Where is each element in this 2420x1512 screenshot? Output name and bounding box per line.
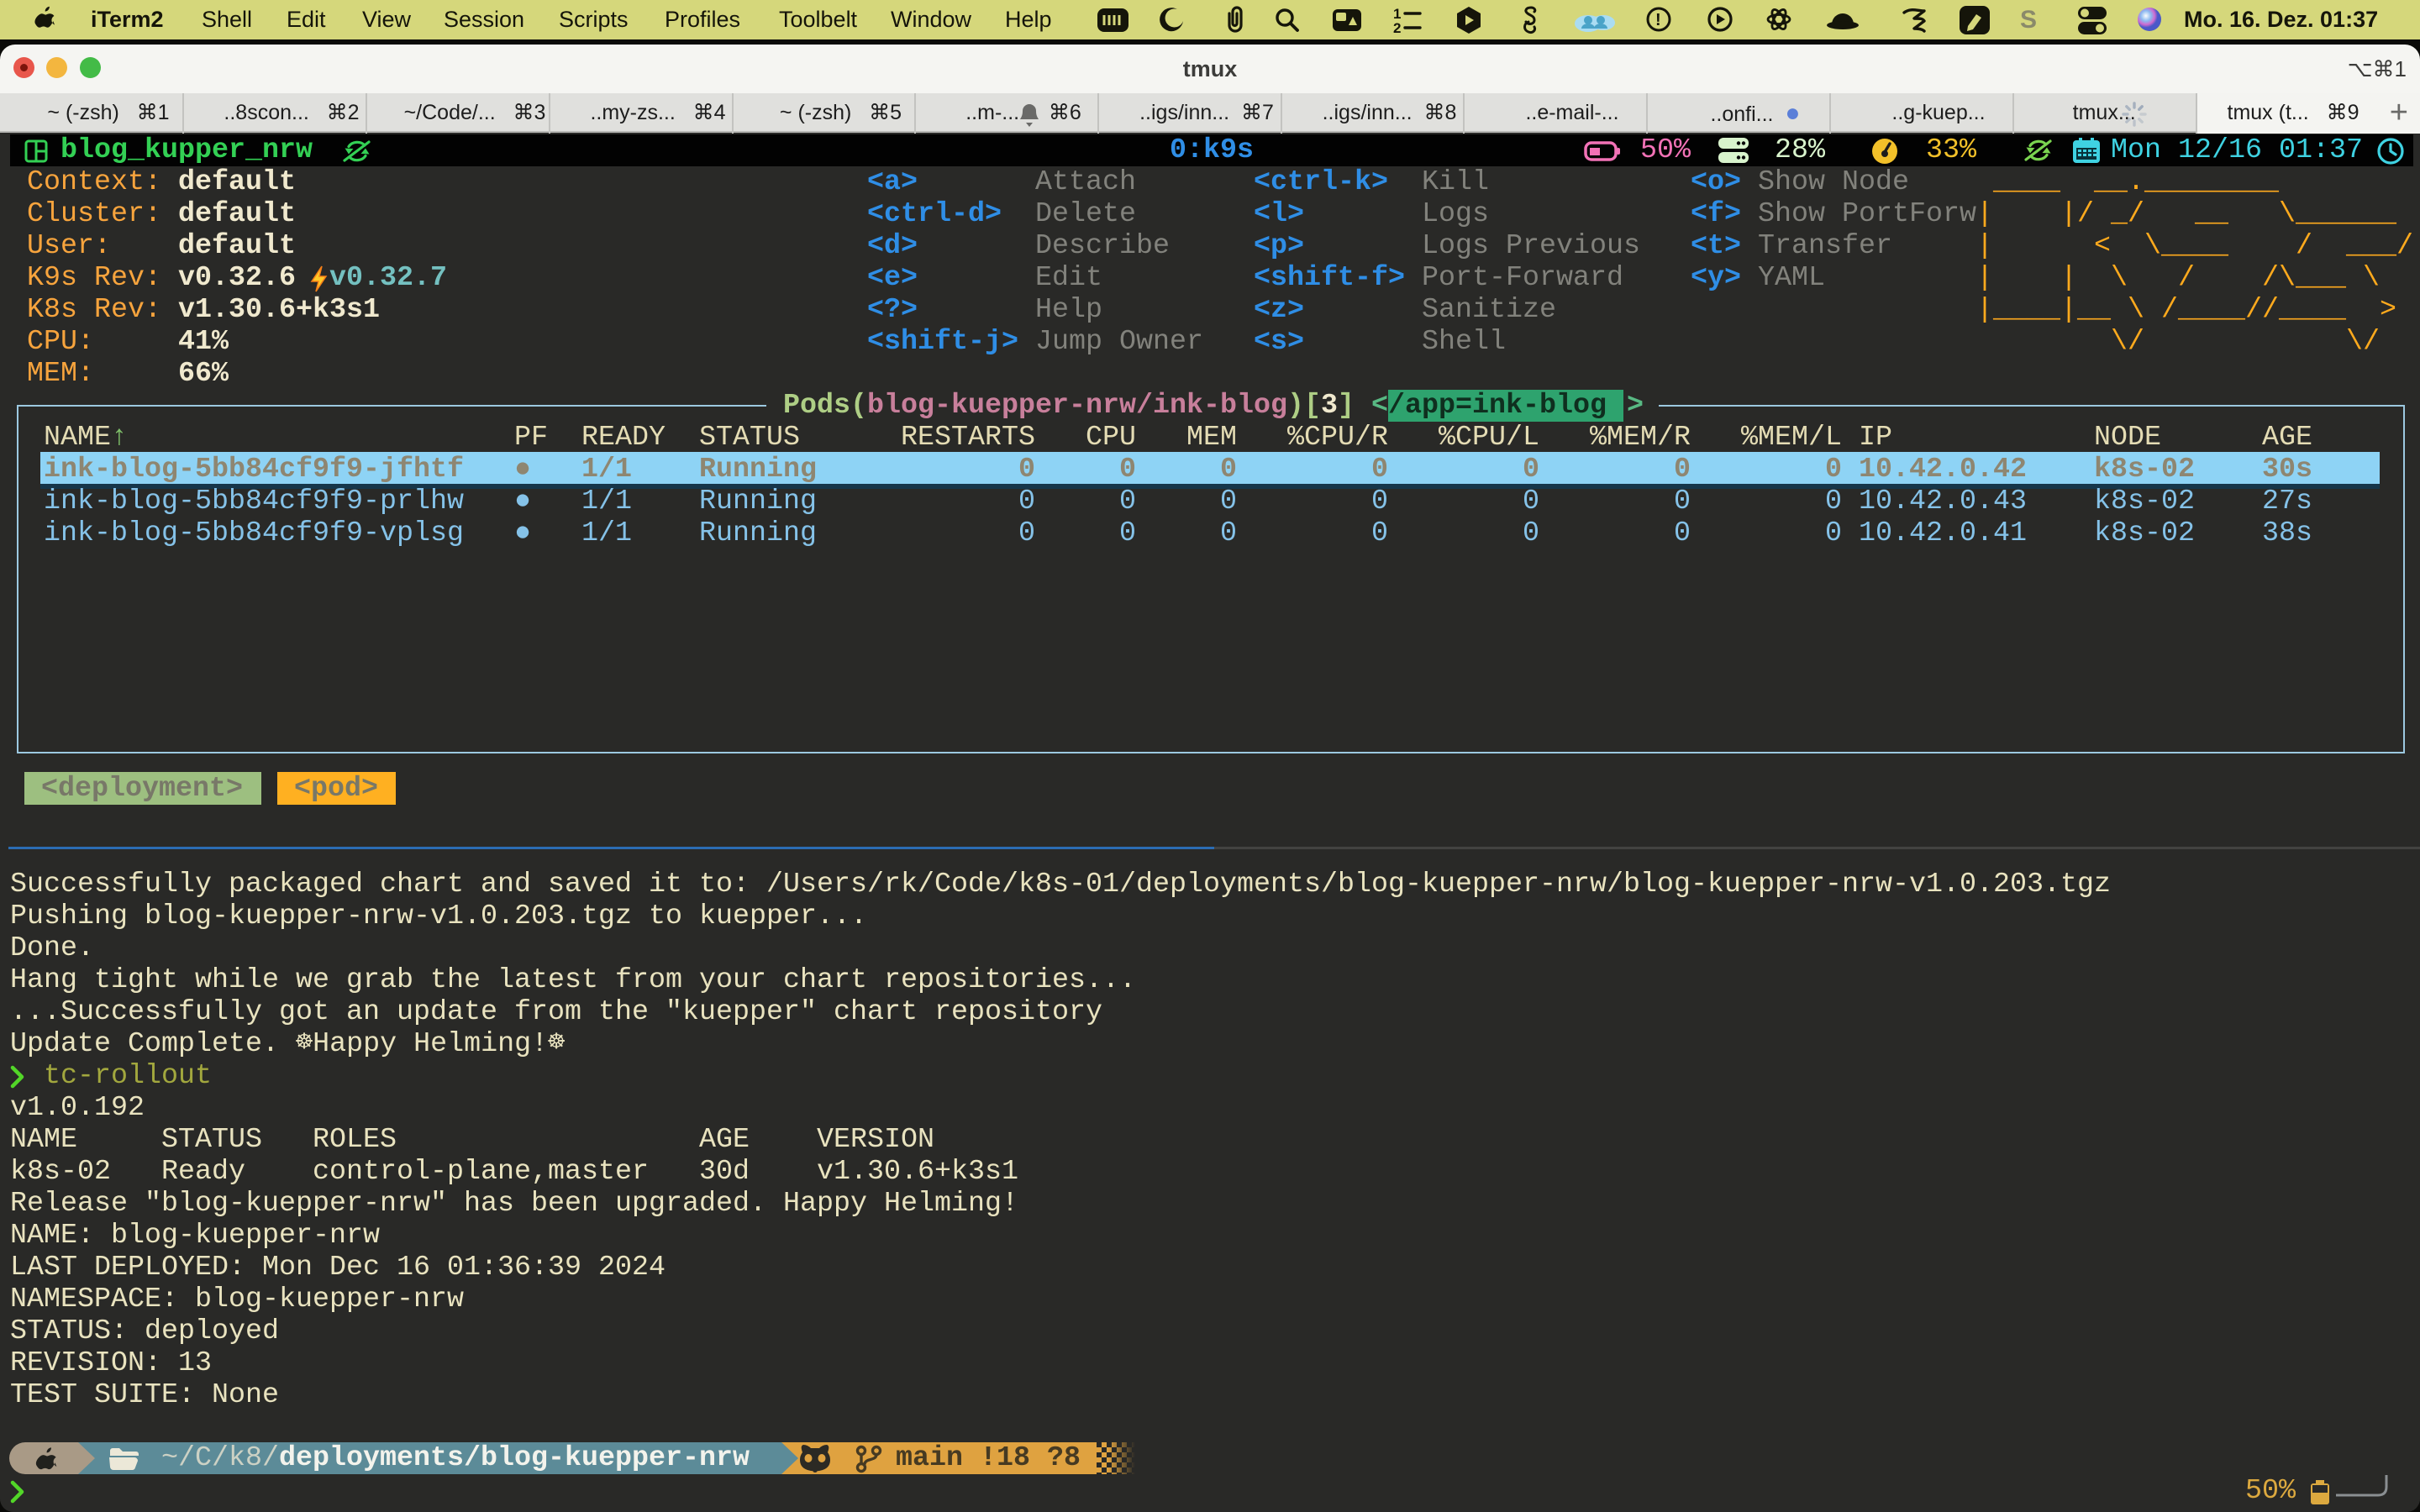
svg-text:!: ! bbox=[1655, 11, 1661, 29]
svg-text:S: S bbox=[2020, 6, 2037, 34]
svg-text:2: 2 bbox=[1393, 20, 1401, 36]
